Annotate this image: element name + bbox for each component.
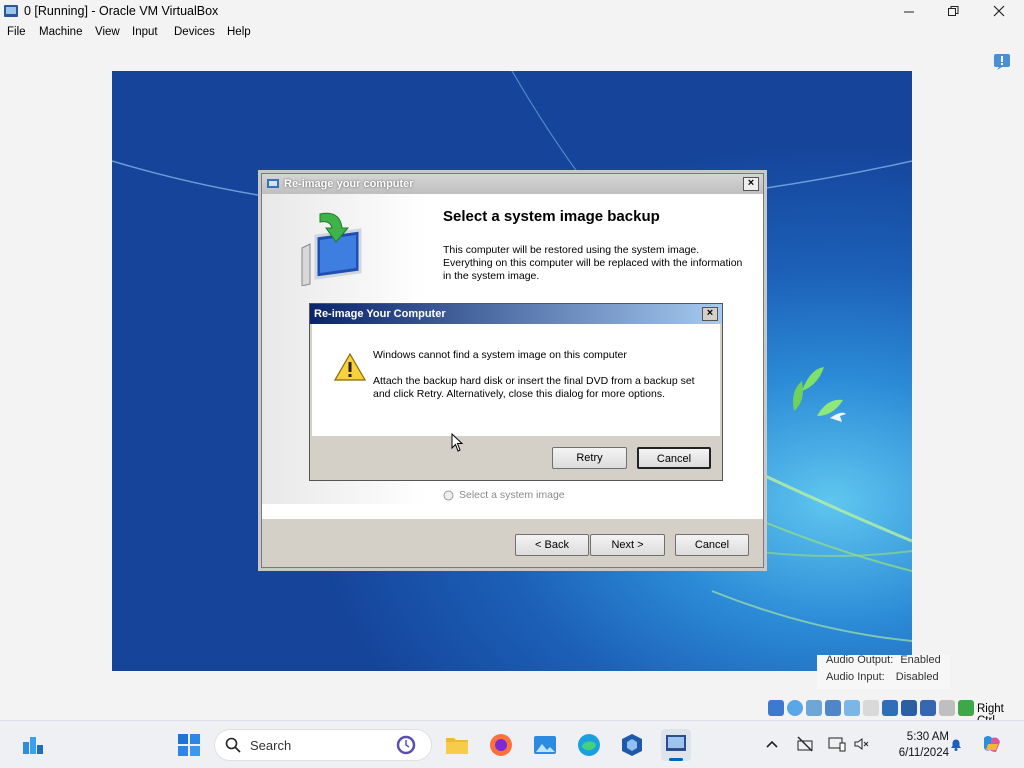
search-icon (225, 737, 241, 753)
photos-icon[interactable] (532, 732, 558, 758)
error-message-body: Attach the backup hard disk or insert th… (373, 375, 695, 400)
menu-view[interactable]: View (95, 26, 120, 38)
restore-icon (947, 5, 958, 16)
display-icon[interactable] (882, 700, 898, 716)
network-off-icon[interactable] (796, 735, 814, 753)
error-message-title: Windows cannot find a system image on th… (373, 349, 627, 361)
menu-help[interactable]: Help (227, 26, 251, 38)
close-button[interactable] (976, 0, 1022, 22)
mouse-integration-icon[interactable] (939, 700, 955, 716)
error-cancel-button[interactable]: Cancel (637, 447, 711, 469)
audio-output-label: Audio Output: (826, 654, 894, 666)
menu-input[interactable]: Input (132, 26, 158, 38)
search-highlight-icon (396, 735, 416, 755)
taskbar-clock[interactable]: 5:30 AM 6/11/2024 (875, 729, 949, 761)
audio-output-value: Enabled (900, 654, 941, 666)
notification-icon[interactable] (993, 53, 1011, 71)
chevron-up-icon[interactable] (765, 739, 779, 749)
error-close-button[interactable]: × (702, 307, 718, 321)
clock-date: 6/11/2024 (898, 747, 949, 759)
restore-button[interactable] (930, 0, 976, 22)
firefox-icon[interactable] (488, 732, 514, 758)
shared-folders-icon[interactable] (863, 700, 879, 716)
search-placeholder: Search (250, 738, 292, 753)
menu-devices[interactable]: Devices (174, 26, 215, 38)
audio-input-value: Disabled (895, 671, 939, 683)
volume-muted-icon[interactable] (853, 735, 871, 753)
vm-app-taskbar-item[interactable] (661, 729, 691, 761)
minimize-button[interactable] (886, 0, 932, 22)
wizard-heading: Select a system image backup (443, 208, 660, 225)
virtualbox-icon[interactable] (619, 732, 645, 758)
minimize-icon (903, 11, 914, 12)
hard-disk-icon[interactable] (768, 700, 784, 716)
error-dialog: Re-image Your Computer × Windows cannot … (309, 303, 723, 481)
radio-label: Select a system image (459, 489, 565, 501)
audio-input-label: Audio Input: (826, 671, 885, 683)
error-dialog-titlebar: Re-image Your Computer × (310, 304, 722, 324)
display-tray-icon[interactable] (828, 735, 846, 753)
radio-icon (443, 490, 454, 501)
vm-display[interactable]: Re-image your computer × Select a system… (112, 71, 912, 671)
mouse-cursor (451, 433, 464, 452)
recording-icon[interactable] (901, 700, 917, 716)
retry-button[interactable]: Retry (552, 447, 627, 469)
keyboard-icon[interactable] (958, 700, 974, 716)
optical-drive-icon[interactable] (787, 700, 803, 716)
widgets-icon[interactable] (20, 732, 46, 758)
search-box[interactable]: Search (214, 729, 432, 761)
menu-machine[interactable]: Machine (39, 26, 82, 38)
wizard-title: Re-image your computer (284, 178, 414, 190)
start-icon[interactable] (176, 732, 202, 758)
audio-status-tooltip: Audio Output: Enabled Audio Input: Disab… (817, 654, 950, 689)
wizard-title-icon (267, 179, 279, 188)
wizard-close-button[interactable]: × (743, 177, 759, 191)
menu-bar: File Machine View Input Devices Help (0, 22, 1024, 44)
wizard-button-bar: < Back Next > Cancel (262, 518, 763, 567)
error-dialog-title: Re-image Your Computer (314, 308, 446, 320)
select-system-image-radio[interactable]: Select a system image (443, 489, 565, 501)
file-explorer-icon[interactable] (444, 732, 470, 758)
usb-icon[interactable] (844, 700, 860, 716)
window-title: 0 [Running] - Oracle VM VirtualBox (24, 4, 219, 18)
copilot-icon[interactable] (980, 732, 1004, 756)
warning-icon (334, 352, 366, 381)
active-indicator (669, 758, 683, 761)
clock-time: 5:30 AM (906, 731, 949, 743)
wizard-description: This computer will be restored using the… (443, 244, 743, 282)
error-dialog-body: Windows cannot find a system image on th… (312, 324, 720, 436)
back-button[interactable]: < Back (515, 534, 589, 556)
close-icon (993, 5, 1005, 17)
window-titlebar: 0 [Running] - Oracle VM VirtualBox (0, 0, 1024, 22)
audio-icon[interactable] (806, 700, 822, 716)
network-icon[interactable] (825, 700, 841, 716)
menu-file[interactable]: File (7, 26, 26, 38)
wizard-titlebar: Re-image your computer × (262, 174, 763, 194)
cpu-icon[interactable] (920, 700, 936, 716)
next-button[interactable]: Next > (590, 534, 665, 556)
taskbar: Search 5:30 AM 6/11/2024 (0, 720, 1024, 768)
vm-app-icon (666, 735, 686, 751)
wizard-cancel-button[interactable]: Cancel (675, 534, 749, 556)
bell-icon[interactable] (948, 736, 964, 752)
virtualbox-app-icon (4, 5, 18, 17)
edge-icon[interactable] (576, 732, 602, 758)
restore-computer-icon (301, 212, 362, 286)
